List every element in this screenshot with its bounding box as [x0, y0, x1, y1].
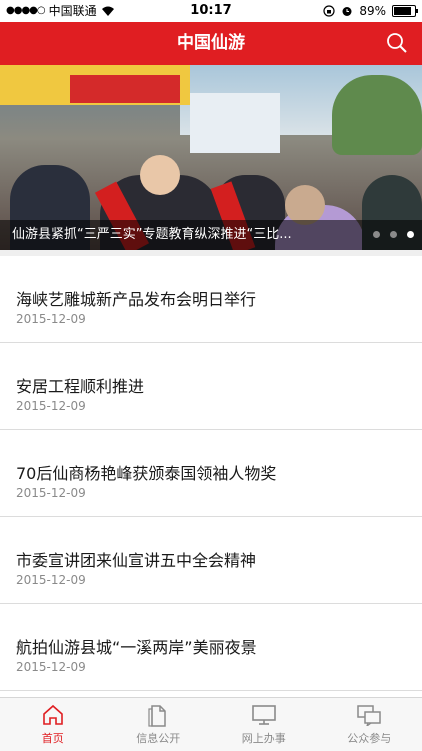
alarm-icon [341, 5, 353, 17]
news-item[interactable]: 海峡艺雕城新产品发布会明日举行 2015-12-09 [0, 256, 422, 343]
battery-icon [392, 5, 416, 17]
home-icon [41, 704, 65, 726]
banner-photo-tree [332, 75, 422, 155]
pager-dot-active[interactable] [407, 231, 414, 238]
tab-online-service[interactable]: 网上办事 [211, 698, 317, 751]
news-date: 2015-12-09 [16, 486, 86, 500]
news-item[interactable]: 安居工程顺利推进 2015-12-09 [0, 343, 422, 430]
carousel-pager [373, 231, 414, 238]
news-item[interactable]: 70后仙商杨艳峰获颁泰国领袖人物奖 2015-12-09 [0, 430, 422, 517]
news-title[interactable]: 海峡艺雕城新产品发布会明日举行 [16, 286, 256, 310]
pager-dot[interactable] [373, 231, 380, 238]
news-item[interactable]: 航拍仙游县城“一溪两岸”美丽夜景 2015-12-09 [0, 604, 422, 691]
tab-label: 信息公开 [106, 730, 212, 746]
news-date: 2015-12-09 [16, 399, 86, 413]
banner-photo-banner [70, 75, 180, 103]
document-icon [146, 704, 170, 728]
status-bar: ●●●●○ 中国联通 10:17 89% [0, 0, 422, 22]
orientation-lock-icon [323, 5, 335, 17]
news-title[interactable]: 市委宣讲团来仙宣讲五中全会精神 [16, 547, 256, 571]
banner-photo-booth [190, 93, 280, 153]
news-title[interactable]: 航拍仙游县城“一溪两岸”美丽夜景 [16, 634, 257, 658]
news-list: 海峡艺雕城新产品发布会明日举行 2015-12-09 安居工程顺利推进 2015… [0, 256, 422, 691]
banner-caption-bar: 仙游县紧抓“三严三实”专题教育纵深推进“三比... [0, 220, 422, 250]
tab-label: 首页 [0, 730, 106, 746]
banner-caption[interactable]: 仙游县紧抓“三严三实”专题教育纵深推进“三比... [12, 220, 342, 250]
news-date: 2015-12-09 [16, 573, 86, 587]
banner-photo-person-head [140, 155, 180, 195]
news-title[interactable]: 70后仙商杨艳峰获颁泰国领袖人物奖 [16, 460, 276, 484]
news-date: 2015-12-09 [16, 312, 86, 326]
news-title[interactable]: 安居工程顺利推进 [16, 373, 144, 397]
tab-label: 公众参与 [317, 730, 422, 746]
status-right: 89% [323, 0, 416, 22]
tab-public-participation[interactable]: 公众参与 [317, 698, 422, 751]
pager-dot[interactable] [390, 231, 397, 238]
banner-carousel[interactable]: 仙游县紧抓“三严三实”专题教育纵深推进“三比... [0, 65, 422, 250]
nav-bar: 中国仙游 [0, 22, 422, 65]
chat-icon [356, 704, 382, 726]
banner-photo-person-head [285, 185, 325, 225]
monitor-icon [251, 704, 277, 726]
tab-bar: 首页 信息公开 网上办事 公众参与 [0, 697, 422, 751]
tab-home[interactable]: 首页 [0, 698, 106, 751]
tab-label: 网上办事 [211, 730, 317, 746]
page-title: 中国仙游 [0, 22, 422, 65]
news-item[interactable]: 市委宣讲团来仙宣讲五中全会精神 2015-12-09 [0, 517, 422, 604]
tab-info[interactable]: 信息公开 [106, 698, 212, 751]
search-icon[interactable] [386, 32, 408, 54]
news-date: 2015-12-09 [16, 660, 86, 674]
battery-percent: 89% [359, 0, 386, 22]
